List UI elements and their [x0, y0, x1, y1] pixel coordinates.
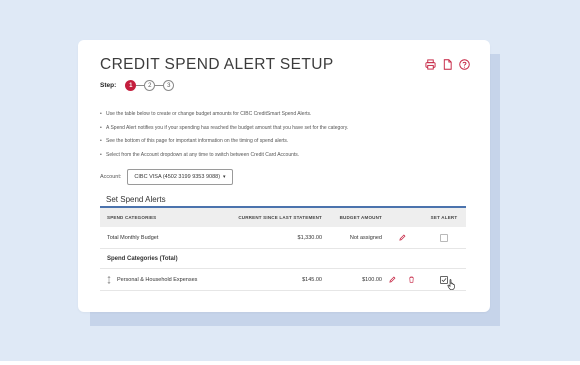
row-current: $145.00: [302, 276, 322, 283]
account-dropdown[interactable]: CIBC VISA (4502 3199 9353 9088) ▾: [127, 169, 233, 185]
spend-alerts-table: SPEND CATEGORIES CURRENT SINCE LAST STAT…: [100, 208, 466, 291]
row-budget: Not assigned: [349, 234, 382, 241]
instruction-item: A Spend Alert notifies you if your spend…: [100, 122, 348, 136]
hand-cursor-icon: [447, 278, 455, 290]
header-budget: BUDGET AMOUNT: [339, 215, 382, 220]
step-label: Step:: [100, 82, 117, 89]
instruction-item: Select from the Account dropdown at any …: [100, 149, 348, 163]
alert-checkbox[interactable]: [440, 233, 448, 242]
step-2: 2: [144, 80, 156, 91]
table-header: SPEND CATEGORIES CURRENT SINCE LAST STAT…: [100, 208, 466, 227]
instruction-item: Use the table below to create or change …: [100, 108, 348, 122]
print-icon[interactable]: [425, 59, 436, 70]
step-1: 1: [125, 80, 137, 91]
pencil-icon[interactable]: [389, 276, 396, 283]
row-alert: [422, 233, 466, 242]
page-actions: [425, 59, 470, 70]
row-category: Personal & Household Expenses: [117, 276, 198, 283]
table-row-category: Personal & Household Expenses $145.00 $1…: [100, 269, 466, 291]
group-label: Spend Categories (Total): [107, 255, 178, 262]
alert-checkbox[interactable]: [440, 275, 455, 290]
document-icon[interactable]: [442, 59, 453, 70]
row-category-cell: Personal & Household Expenses: [100, 275, 220, 284]
drag-handle-icon[interactable]: [107, 275, 111, 284]
account-selected-value: CIBC VISA (4502 3199 9353 9088): [134, 174, 221, 180]
chevron-down-icon: ▾: [223, 174, 226, 180]
account-row: Account: CIBC VISA (4502 3199 9353 9088)…: [100, 169, 233, 185]
header-current: CURRENT SINCE LAST STATEMENT: [238, 215, 322, 220]
table-row-group: Spend Categories (Total): [100, 249, 466, 269]
header-category: SPEND CATEGORIES: [107, 215, 157, 220]
trash-icon[interactable]: [408, 276, 415, 283]
step-connector: [136, 85, 145, 86]
row-alert: [422, 275, 466, 290]
table-row-total: Total Monthly Budget $1,330.00 Not assig…: [100, 227, 466, 249]
alert-setup-card: CREDIT SPEND ALERT SETUP Step: 1 2 3 Use…: [78, 40, 490, 312]
row-budget: $100.00: [362, 276, 382, 283]
page-title: CREDIT SPEND ALERT SETUP: [100, 56, 334, 73]
row-current: $1,330.00: [297, 234, 322, 241]
stepper: Step: 1 2 3: [100, 80, 175, 91]
instructions-list: Use the table below to create or change …: [100, 108, 348, 162]
instruction-item: See the bottom of this page for importan…: [100, 135, 348, 149]
step-connector: [155, 85, 164, 86]
pencil-icon[interactable]: [398, 234, 406, 241]
account-label: Account:: [100, 174, 122, 180]
bottom-strip: [0, 361, 580, 365]
row-actions: [382, 276, 422, 283]
section-title: Set Spend Alerts: [106, 195, 166, 204]
row-category: Total Monthly Budget: [107, 234, 159, 241]
header-alert: SET ALERT: [430, 215, 458, 220]
row-actions: [382, 234, 422, 241]
step-3: 3: [163, 80, 175, 91]
help-icon[interactable]: [459, 59, 470, 70]
